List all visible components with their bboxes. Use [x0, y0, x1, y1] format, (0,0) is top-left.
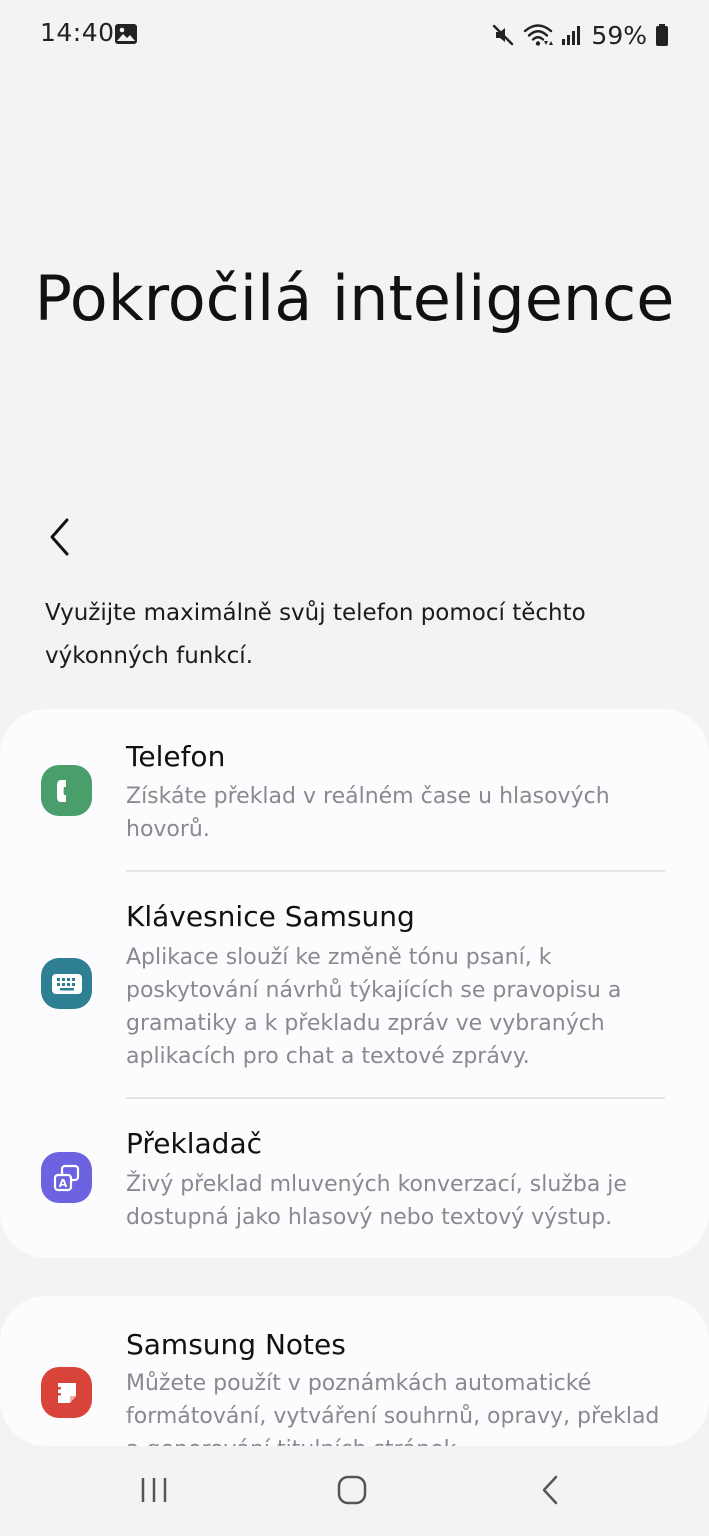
svg-text:A: A: [58, 1177, 67, 1190]
mute-icon: [493, 24, 514, 46]
feature-item-keyboard[interactable]: Klávesnice Samsung Aplikace slouží ke zm…: [0, 872, 709, 1098]
feature-title: Klávesnice Samsung: [126, 900, 415, 933]
feature-description: Můžete použít v poznámkách automatické f…: [126, 1371, 660, 1446]
status-bar: 14:40 59%: [0, 0, 709, 70]
feature-title: Překladač: [126, 1127, 262, 1160]
navigation-bar: [0, 1446, 709, 1536]
nav-back-button[interactable]: [520, 1466, 580, 1514]
feature-title: Telefon: [126, 740, 226, 773]
battery-percentage: 59%: [591, 20, 647, 50]
feature-item-translator[interactable]: Překladač Živý překlad mluvených konverz…: [0, 1099, 709, 1258]
intro-text: Využijte maximálně svůj telefon pomocí t…: [45, 600, 586, 669]
feature-description: Aplikace slouží ke změně tónu psaní, k p…: [126, 945, 622, 1069]
recent-apps-icon: [141, 1478, 167, 1502]
status-indicators: 59%: [491, 18, 669, 52]
wifi-icon: [524, 24, 554, 46]
signal-icon: [562, 26, 581, 45]
home-button[interactable]: [322, 1466, 382, 1514]
notes-icon: [41, 1367, 92, 1418]
chevron-left-icon: [50, 518, 69, 556]
phone-icon: [41, 765, 92, 816]
feature-item-phone[interactable]: Telefon Získáte překlad v reálném čase u…: [0, 709, 709, 871]
status-time: 14:40: [40, 18, 115, 47]
recent-apps-button[interactable]: [124, 1466, 184, 1514]
battery-icon: [656, 24, 668, 46]
feature-description: Živý překlad mluvených konverzací, služb…: [126, 1172, 627, 1230]
feature-title: Samsung Notes: [126, 1328, 346, 1361]
back-button[interactable]: [36, 512, 82, 562]
feature-item-notes[interactable]: Samsung Notes Můžete použít v poznámkách…: [0, 1296, 709, 1446]
features-card-notes: Samsung Notes Můžete použít v poznámkách…: [0, 1296, 709, 1446]
keyboard-icon: [41, 958, 92, 1009]
back-icon: [542, 1475, 558, 1505]
home-icon: [337, 1475, 367, 1505]
translate-icon: A: [41, 1152, 92, 1203]
gallery-icon: [115, 24, 137, 44]
features-card: Telefon Získáte překlad v reálném čase u…: [0, 709, 709, 1258]
feature-description: Získáte překlad v reálném čase u hlasový…: [126, 784, 610, 842]
page-title: Pokročilá inteligence: [34, 262, 675, 335]
